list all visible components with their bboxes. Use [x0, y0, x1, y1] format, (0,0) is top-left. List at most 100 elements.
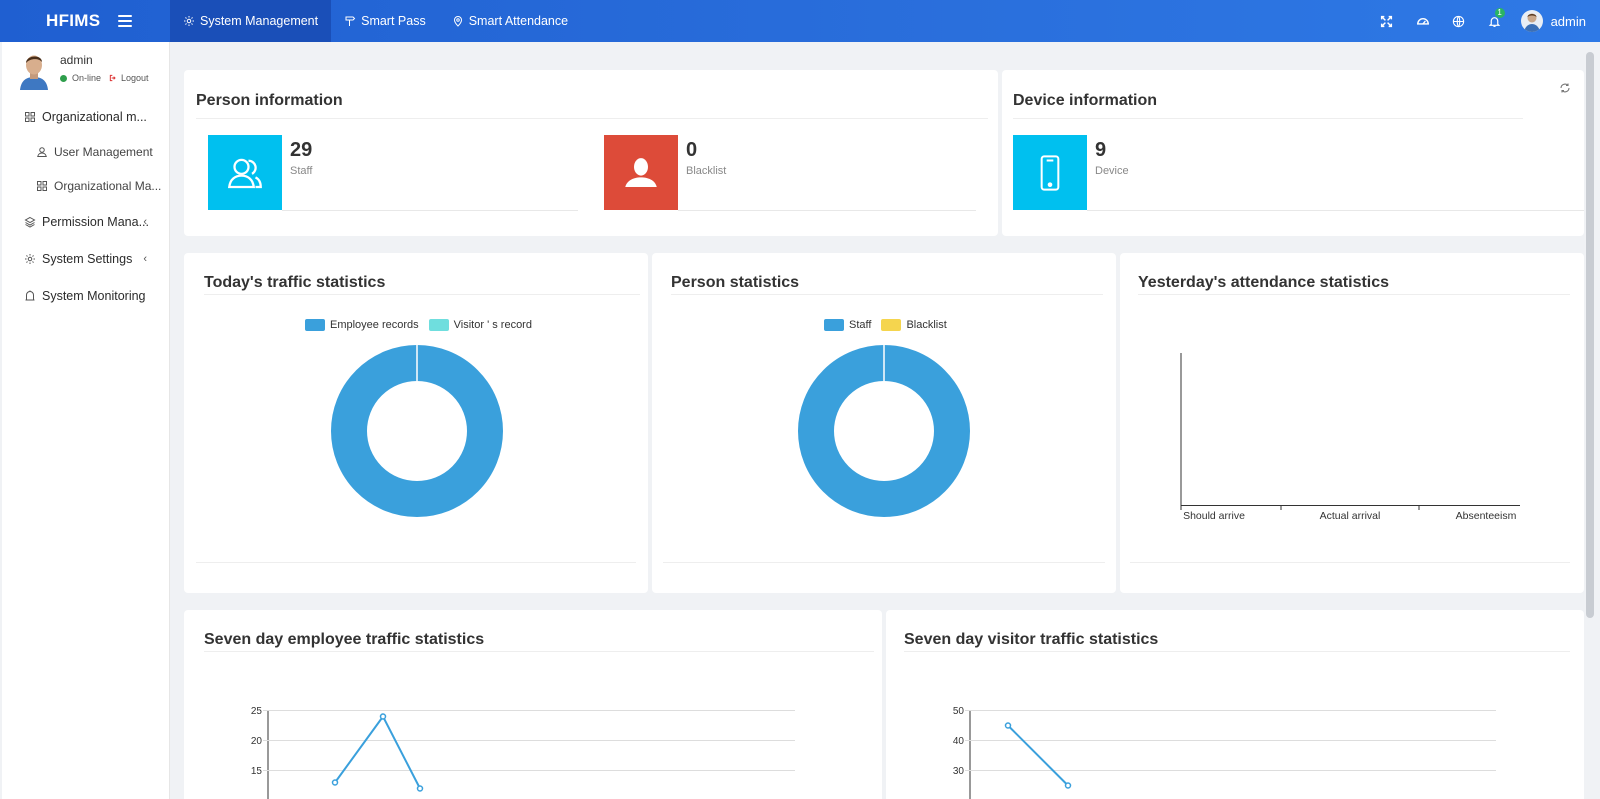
notifications-button[interactable]: 1	[1477, 0, 1513, 42]
online-status: On-line	[72, 73, 102, 83]
yesterday-attendance-bar-chart: Should arrive Actual arrival Absenteeism	[1180, 353, 1520, 522]
y-tick-label: 20	[251, 736, 263, 747]
monitoring-icon	[25, 290, 35, 300]
brand-logo-text: HFIMS	[46, 11, 101, 30]
tab-label: System Management	[200, 14, 319, 28]
tab-label: Smart Attendance	[468, 14, 569, 28]
legend-item-visitor-record[interactable]: Visitor ' s record	[428, 319, 532, 331]
top-right-tools: 1 admin	[1369, 0, 1600, 42]
sidebar-item-permission-management[interactable]: Permission Mana... ‹	[2, 203, 169, 240]
tab-smart-attendance[interactable]: Smart Attendance	[439, 0, 581, 42]
person-silhouette-icon	[625, 157, 657, 187]
page-scrollbar[interactable]	[1586, 52, 1594, 618]
fullscreen-button[interactable]	[1369, 0, 1405, 42]
data-point[interactable]	[1004, 722, 1012, 729]
sidebar-item-organizational-management[interactable]: Organizational m...	[2, 98, 169, 135]
legend-swatch	[881, 319, 902, 331]
tab-system-management[interactable]: System Management	[170, 0, 332, 42]
logout-label: Logout	[121, 73, 149, 83]
todays-traffic-title: Today's traffic statistics	[204, 274, 386, 291]
divider	[1087, 210, 1584, 211]
users-icon	[227, 158, 262, 188]
series-line	[334, 714, 421, 789]
x-tick-label: Actual arrival	[1320, 510, 1381, 522]
brand: HFIMS	[0, 0, 170, 42]
device-information-title: Device information	[1013, 92, 1158, 109]
y-tick-label: 40	[953, 736, 965, 747]
mobile-phone-icon	[1040, 154, 1060, 191]
grid-icon	[25, 111, 35, 122]
blacklist-label: Blacklist	[686, 165, 727, 177]
gear-icon	[184, 16, 194, 26]
sidebar-item-user-management[interactable]: User Management	[2, 135, 169, 169]
user-panel: admin On-line Logout	[2, 42, 169, 98]
logout-link[interactable]: Logout	[109, 73, 149, 83]
sidebar-item-label: System Monitoring	[42, 288, 146, 303]
dashboard-button[interactable]	[1405, 0, 1441, 42]
legend-label: Blacklist	[906, 319, 947, 331]
avatar	[20, 55, 48, 90]
language-button[interactable]	[1441, 0, 1477, 42]
legend-label: Visitor ' s record	[453, 319, 532, 331]
todays-traffic-legend: Employee records Visitor ' s record	[305, 319, 542, 331]
user-name: admin	[1550, 13, 1586, 29]
divider	[196, 118, 988, 119]
blacklist-stat: 0 Blacklist	[604, 135, 726, 210]
data-point[interactable]	[416, 785, 424, 792]
divider	[1138, 294, 1570, 295]
donut-slice[interactable]	[331, 345, 503, 517]
x-tick-label: Absenteeism	[1456, 510, 1517, 522]
top-nav: System Management Smart Pass Smart Atten…	[170, 0, 581, 42]
user-menu[interactable]: admin	[1520, 10, 1586, 32]
hamburger-menu-icon[interactable]	[118, 15, 133, 27]
online-status-dot	[60, 74, 67, 82]
legend-item-staff[interactable]: Staff	[824, 319, 871, 331]
data-point[interactable]	[1064, 782, 1072, 789]
legend-swatch	[428, 319, 449, 331]
donut-slice[interactable]	[798, 345, 970, 517]
tab-smart-pass[interactable]: Smart Pass	[331, 0, 439, 42]
fullscreen-icon	[1380, 15, 1393, 27]
series-line	[1007, 724, 1069, 787]
seven-day-visitor-line-chart: 50 40 30	[953, 706, 1496, 799]
y-tick-label: 15	[251, 766, 263, 777]
globe-icon	[1452, 15, 1465, 27]
data-point[interactable]	[331, 779, 339, 786]
logout-icon	[109, 74, 116, 82]
person-statistics-title: Person statistics	[671, 274, 800, 291]
divider	[671, 294, 1103, 295]
legend-label: Employee records	[330, 319, 419, 331]
y-tick-label: 30	[953, 766, 965, 777]
legend-item-employee-records[interactable]: Employee records	[305, 319, 419, 331]
seven-day-employee-title: Seven day employee traffic statistics	[204, 631, 485, 648]
notification-badge: 1	[1494, 8, 1505, 18]
sidebar-item-system-settings[interactable]: System Settings ‹	[2, 240, 169, 277]
location-pin-icon	[453, 16, 462, 27]
person-statistics-donut-chart	[798, 345, 970, 517]
tab-label: Smart Pass	[361, 14, 426, 28]
todays-traffic-donut-chart	[331, 345, 503, 517]
sidebar-item-organizational-ma[interactable]: Organizational Ma...	[2, 169, 169, 203]
device-count: 9	[1095, 139, 1107, 161]
dashboard-gauge-icon	[1416, 18, 1429, 25]
legend-swatch	[824, 319, 844, 331]
staff-count: 29	[290, 139, 313, 161]
legend-label: Staff	[849, 319, 872, 331]
legend-item-blacklist[interactable]: Blacklist	[881, 319, 947, 331]
sidebar-item-label: Organizational Ma...	[54, 179, 162, 193]
sidebar-menu: Organizational m... User Management Orga…	[2, 98, 169, 314]
divider	[904, 651, 1570, 652]
sidebar-user-name: admin	[60, 53, 93, 67]
blacklist-stat-icon-box	[604, 135, 678, 210]
sidebar-item-label: System Settings	[42, 251, 133, 266]
top-bar: HFIMS System Management Smart Pass Smart…	[0, 0, 1600, 42]
data-point[interactable]	[379, 713, 387, 720]
sidebar-item-system-monitoring[interactable]: System Monitoring	[2, 277, 169, 314]
layers-icon	[24, 216, 36, 228]
y-tick-label: 25	[251, 706, 263, 717]
divider	[1130, 562, 1570, 563]
sidebar: admin On-line Logout Organizational m...…	[2, 42, 170, 799]
refresh-icon[interactable]	[1559, 82, 1571, 94]
person-information-title: Person information	[196, 92, 343, 109]
blacklist-count: 0	[686, 139, 698, 161]
